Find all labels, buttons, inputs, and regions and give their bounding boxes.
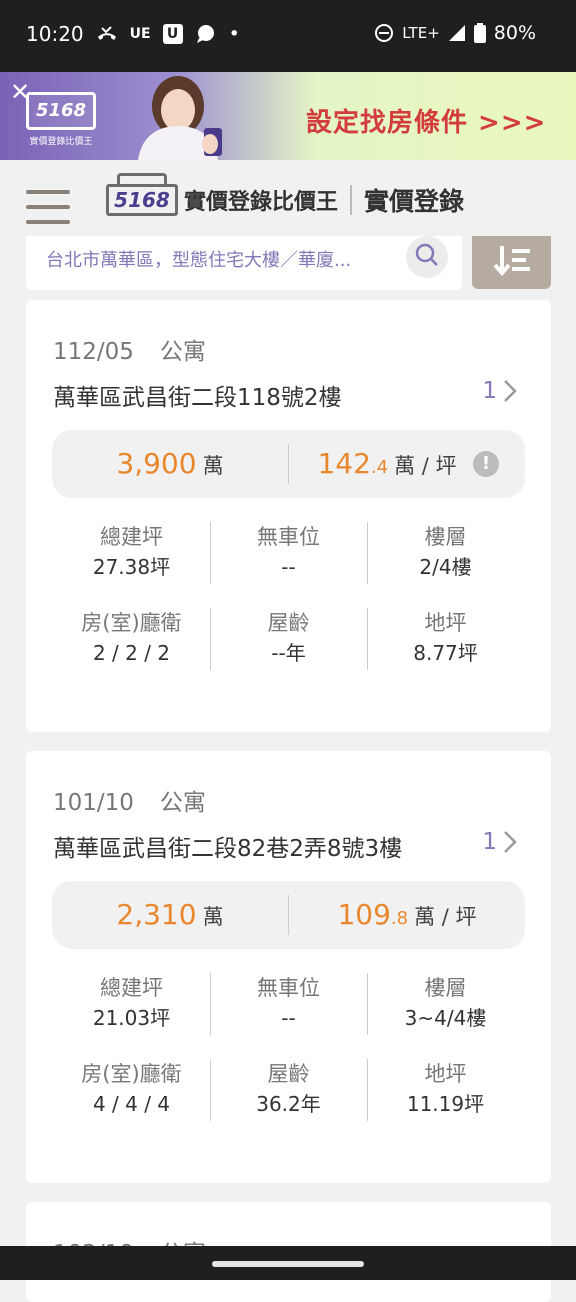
search-field[interactable]: 台北市萬華區，型態住宅大樓／華廈... [26, 236, 462, 290]
field-label: 無車位 [257, 976, 320, 1000]
field-value: -- [281, 1006, 296, 1030]
field-value: 4 / 4 / 4 [92, 1092, 171, 1116]
app-badge-icon: U [162, 24, 183, 44]
field-value: 8.77坪 [413, 641, 478, 665]
price-box: 2,310 萬 109.8 萬 / 坪 [52, 881, 525, 949]
brand-name: 實價登錄比價王 [184, 190, 339, 215]
total-price: 2,310 萬 [116, 898, 224, 931]
total-price: 3,900 萬 [116, 447, 224, 480]
battery-icon [473, 23, 486, 43]
brand-house-icon: 5168 [106, 173, 178, 216]
clock: 10:20 [26, 22, 84, 46]
transaction-count[interactable]: 1 [482, 378, 517, 404]
field-label: 地坪 [424, 611, 467, 635]
network-type: LTE+ [402, 24, 440, 42]
signal-icon [448, 24, 466, 42]
transaction-count[interactable]: 1 [482, 829, 517, 855]
chevron-right-icon [504, 831, 517, 853]
home-gesture-handle[interactable] [212, 1261, 364, 1267]
field-value: -- [281, 555, 296, 579]
listing-details: 總建坪 21.03坪 無車位 -- 樓層 3~4/4樓 房(室)廳衛 4 / 4 / 4… [26, 973, 551, 1145]
listing-address[interactable]: 萬華區武昌街二段118號2樓 [53, 378, 342, 412]
field-label: 房(室)廳衛 [81, 1062, 182, 1086]
unit-price: 109.8 萬 / 坪 [337, 898, 477, 931]
chevron-right-icon [504, 380, 517, 402]
field-label: 樓層 [424, 976, 467, 1000]
field-label: 房(室)廳衛 [81, 611, 182, 635]
listing-card[interactable]: 112/05 公寓 萬華區武昌街二段118號2樓 1 3,900 萬 142.4 萬 … [26, 300, 551, 732]
field-label: 屋齡 [267, 1062, 310, 1086]
field-label: 總建坪 [100, 525, 163, 549]
field-label: 屋齡 [267, 611, 310, 635]
price-box: 3,900 萬 142.4 萬 / 坪 ! [52, 430, 525, 498]
brand-logo[interactable]: 5168 實價登錄比價王 實價登錄 [106, 173, 465, 218]
field-value: 27.38坪 [92, 555, 171, 579]
field-label: 無車位 [257, 525, 320, 549]
field-value: 11.19坪 [406, 1092, 485, 1116]
listing-date-type: 112/05 公寓 [53, 339, 206, 365]
field-value: 3~4/4樓 [404, 1006, 487, 1030]
sort-icon [493, 246, 530, 277]
notification-dot: • [228, 23, 240, 45]
listing-card[interactable]: 101/10 公寓 萬華區武昌街二段82巷2弄8號3樓 1 2,310 萬 109.… [26, 751, 551, 1183]
ad-logo: 5168 實價登錄比價王 [26, 92, 96, 147]
ad-cta[interactable]: 設定找房條件 >>> [306, 102, 546, 139]
info-icon[interactable]: ! [473, 451, 499, 477]
field-value: 36.2年 [256, 1092, 321, 1116]
chat-bubble-icon [195, 24, 217, 44]
field-value: 2/4樓 [419, 555, 472, 579]
field-label: 地坪 [424, 1062, 467, 1086]
do-not-disturb-icon [374, 23, 394, 43]
hamburger-icon[interactable] [26, 190, 70, 224]
battery-percent: 80% [493, 22, 536, 44]
field-label: 總建坪 [100, 976, 163, 1000]
listing-date-type: 101/10 公寓 [53, 790, 206, 816]
ad-banner[interactable]: ✕ 5168 實價登錄比價王 設定找房條件 >>> [0, 72, 576, 160]
system-nav-bar [0, 1246, 576, 1280]
page-title: 實價登錄 [364, 187, 465, 216]
field-value: 21.03坪 [92, 1006, 171, 1030]
search-query[interactable]: 台北市萬華區，型態住宅大樓／華廈... [46, 246, 396, 272]
listing-details: 總建坪 27.38坪 無車位 -- 樓層 2/4樓 房(室)廳衛 2 / 2 / 2 屋… [26, 522, 551, 694]
ad-model-image [138, 76, 222, 160]
sort-button[interactable] [472, 236, 551, 289]
divider [350, 185, 353, 215]
missed-call-icon [96, 25, 118, 43]
status-bar: 10:20 UE U • LTE+ 80% [0, 0, 576, 72]
carrier-badge: UE [129, 26, 151, 42]
field-value: 2 / 2 / 2 [92, 641, 171, 665]
field-label: 樓層 [424, 525, 467, 549]
listing-address[interactable]: 萬華區武昌街二段82巷2弄8號3樓 [53, 829, 402, 863]
field-value: --年 [271, 641, 306, 665]
search-icon[interactable] [406, 236, 448, 278]
